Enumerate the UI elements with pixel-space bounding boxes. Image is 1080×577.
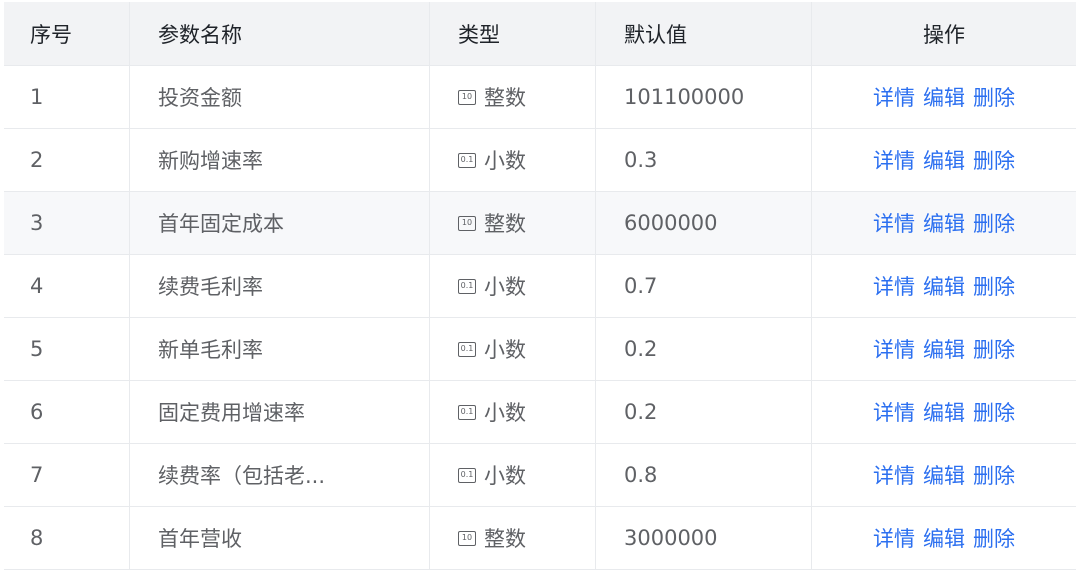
param-default: 0.7 [596,255,812,317]
param-type: 10 整数 [430,507,596,569]
param-default: 0.8 [596,444,812,506]
decimal-type-icon: 0.1 [458,404,476,420]
decimal-type-icon: 0.1 [458,341,476,357]
table-row: 6 固定费用增速率 0.1 小数 0.2 详情 编辑 删除 [4,381,1076,444]
row-index: 1 [4,66,130,128]
param-name: 首年固定成本 [130,192,430,254]
param-default: 3000000 [596,507,812,569]
edit-link[interactable]: 编辑 [923,208,965,238]
row-index: 3 [4,192,130,254]
param-name: 续费率（包括老... [130,444,430,506]
edit-link[interactable]: 编辑 [923,397,965,427]
param-type-label: 小数 [484,338,526,362]
row-index: 6 [4,381,130,443]
decimal-type-icon: 0.1 [458,467,476,483]
integer-type-icon: 10 [458,89,476,105]
header-name: 参数名称 [130,2,430,65]
table-row: 3 首年固定成本 10 整数 6000000 详情 编辑 删除 [4,192,1076,255]
row-actions: 详情 编辑 删除 [812,66,1076,128]
param-name: 首年营收 [130,507,430,569]
detail-link[interactable]: 详情 [873,460,915,490]
edit-link[interactable]: 编辑 [923,334,965,364]
table-row: 4 续费毛利率 0.1 小数 0.7 详情 编辑 删除 [4,255,1076,318]
row-actions: 详情 编辑 删除 [812,507,1076,569]
param-name: 续费毛利率 [130,255,430,317]
param-name: 固定费用增速率 [130,381,430,443]
delete-link[interactable]: 删除 [973,271,1015,301]
integer-type-icon: 10 [458,215,476,231]
row-actions: 详情 编辑 删除 [812,381,1076,443]
param-default: 6000000 [596,192,812,254]
table-row: 1 投资金额 10 整数 101100000 详情 编辑 删除 [4,66,1076,129]
edit-link[interactable]: 编辑 [923,271,965,301]
delete-link[interactable]: 删除 [973,82,1015,112]
parameter-table: 序号 参数名称 类型 默认值 操作 1 投资金额 10 整数 101100000… [4,2,1076,570]
param-default: 0.2 [596,381,812,443]
param-type: 0.1 小数 [430,129,596,191]
param-type-label: 小数 [484,464,526,488]
row-actions: 详情 编辑 删除 [812,318,1076,380]
param-type-label: 小数 [484,149,526,173]
param-type-label: 整数 [484,212,526,236]
param-type-label: 整数 [484,86,526,110]
table-row: 5 新单毛利率 0.1 小数 0.2 详情 编辑 删除 [4,318,1076,381]
row-actions: 详情 编辑 删除 [812,255,1076,317]
detail-link[interactable]: 详情 [873,523,915,553]
row-actions: 详情 编辑 删除 [812,129,1076,191]
header-index: 序号 [4,2,130,65]
row-actions: 详情 编辑 删除 [812,192,1076,254]
integer-type-icon: 10 [458,530,476,546]
param-type: 0.1 小数 [430,381,596,443]
edit-link[interactable]: 编辑 [923,145,965,175]
edit-link[interactable]: 编辑 [923,460,965,490]
param-default: 0.2 [596,318,812,380]
detail-link[interactable]: 详情 [873,271,915,301]
decimal-type-icon: 0.1 [458,278,476,294]
param-default: 0.3 [596,129,812,191]
delete-link[interactable]: 删除 [973,145,1015,175]
edit-link[interactable]: 编辑 [923,523,965,553]
detail-link[interactable]: 详情 [873,334,915,364]
param-name: 新单毛利率 [130,318,430,380]
delete-link[interactable]: 删除 [973,523,1015,553]
param-type: 0.1 小数 [430,444,596,506]
detail-link[interactable]: 详情 [873,82,915,112]
header-type: 类型 [430,2,596,65]
table-row: 8 首年营收 10 整数 3000000 详情 编辑 删除 [4,507,1076,570]
row-actions: 详情 编辑 删除 [812,444,1076,506]
param-type: 0.1 小数 [430,255,596,317]
detail-link[interactable]: 详情 [873,208,915,238]
param-type-label: 小数 [484,275,526,299]
detail-link[interactable]: 详情 [873,397,915,427]
row-index: 4 [4,255,130,317]
param-type: 10 整数 [430,192,596,254]
table-row: 7 续费率（包括老... 0.1 小数 0.8 详情 编辑 删除 [4,444,1076,507]
param-type: 10 整数 [430,66,596,128]
row-index: 7 [4,444,130,506]
row-index: 2 [4,129,130,191]
delete-link[interactable]: 删除 [973,334,1015,364]
row-index: 8 [4,507,130,569]
table-header-row: 序号 参数名称 类型 默认值 操作 [4,2,1076,66]
decimal-type-icon: 0.1 [458,152,476,168]
delete-link[interactable]: 删除 [973,460,1015,490]
table-row: 2 新购增速率 0.1 小数 0.3 详情 编辑 删除 [4,129,1076,192]
param-type: 0.1 小数 [430,318,596,380]
param-default: 101100000 [596,66,812,128]
param-name: 投资金额 [130,66,430,128]
header-default: 默认值 [596,2,812,65]
delete-link[interactable]: 删除 [973,208,1015,238]
table-body: 1 投资金额 10 整数 101100000 详情 编辑 删除 2 新购增速率 … [4,66,1076,570]
edit-link[interactable]: 编辑 [923,82,965,112]
row-index: 5 [4,318,130,380]
header-actions: 操作 [923,22,965,47]
detail-link[interactable]: 详情 [873,145,915,175]
delete-link[interactable]: 删除 [973,397,1015,427]
param-type-label: 小数 [484,401,526,425]
param-type-label: 整数 [484,527,526,551]
param-name: 新购增速率 [130,129,430,191]
